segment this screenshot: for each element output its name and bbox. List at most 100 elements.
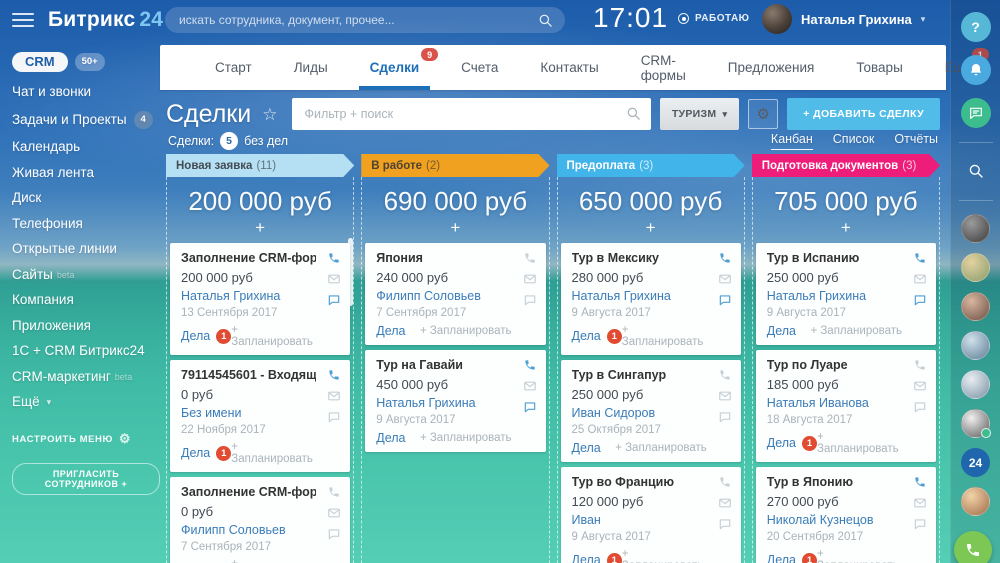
chat-icon[interactable] [913,517,927,531]
phone-icon[interactable] [718,368,732,382]
mail-icon[interactable] [913,272,927,286]
sidebar-item[interactable]: Открытые линии [12,242,160,256]
chat-icon[interactable] [718,517,732,531]
filter-search-input[interactable] [292,98,650,130]
search-icon[interactable] [961,156,991,186]
sidebar-item[interactable]: 1С + CRM Битрикс24 [12,344,160,358]
search-icon[interactable] [626,106,641,121]
mail-icon[interactable] [718,496,732,510]
avatar[interactable] [961,292,990,321]
deal-contact-link[interactable]: Без имени [181,406,316,420]
sidebar-item[interactable]: Задачи и Проекты 4 [12,111,160,129]
deal-card[interactable]: Тур в Испанию 250 000 руб Наталья Грихин… [756,243,936,345]
plan-activity-link[interactable]: + Запланировать [810,325,902,337]
add-card-button[interactable]: + [450,219,460,237]
chat-icon[interactable] [523,293,537,307]
deal-card[interactable]: Тур на Гавайи 450 000 руб Наталья Грихин… [365,350,545,452]
view-link[interactable]: Список [833,132,875,150]
mail-icon[interactable] [327,272,341,286]
view-link[interactable]: Канбан [771,132,813,150]
deal-contact-link[interactable]: Наталья Грихина [572,289,707,303]
plan-activity-link[interactable]: + Запланировать [420,432,512,444]
tab[interactable]: Счета [440,45,519,90]
mail-icon[interactable] [718,389,732,403]
invite-employees-button[interactable]: ПРИГЛАСИТЬ СОТРУДНИКОВ + [12,463,160,495]
chat-icon[interactable] [523,400,537,414]
tab[interactable]: Лиды [273,45,349,90]
sidebar-item[interactable]: Живая лента [12,166,160,180]
deal-contact-link[interactable]: Филипп Соловьев [181,523,316,537]
deals-link[interactable]: Дела [376,431,405,445]
plan-activity-link[interactable]: + Запланировать [420,325,512,337]
phone-icon[interactable] [913,251,927,265]
mail-icon[interactable] [327,506,341,520]
favorite-star-icon[interactable]: ☆ [262,105,277,125]
menu-icon[interactable] [12,13,34,27]
sidebar-item[interactable]: Компания [12,293,160,307]
deal-contact-link[interactable]: Наталья Иванова [767,396,902,410]
tab[interactable]: Контакты [519,45,619,90]
deal-contact-link[interactable]: Иван [572,513,707,527]
work-clock[interactable]: 17:01 [593,2,668,34]
phone-call-button[interactable] [954,531,992,563]
deal-contact-link[interactable]: Наталья Грихина [376,396,511,410]
help-icon[interactable]: ? [961,12,991,42]
chat-icon[interactable] [913,293,927,307]
deals-link[interactable]: Дела [181,446,210,460]
plan-activity-link[interactable]: + Запланировать [231,324,316,348]
tab[interactable]: Товары [835,45,923,90]
phone-icon[interactable] [913,475,927,489]
avatar[interactable] [961,331,990,360]
plan-activity-link[interactable]: + Запланировать [231,441,316,465]
deals-link[interactable]: Дела [376,324,405,338]
sidebar-item[interactable]: Чат и звонки [12,85,160,99]
deals-link[interactable]: Дела [767,324,796,338]
user-menu[interactable]: Наталья Грихина ▾ [762,4,925,34]
deals-link[interactable]: Дела [767,436,796,450]
work-status-toggle[interactable]: РАБОТАЮ [678,13,750,24]
tab[interactable]: CRM-формы [620,45,707,90]
mail-icon[interactable] [913,379,927,393]
kanban-column-header[interactable]: Новая заявка (11) [166,154,354,177]
deals-link[interactable]: Дела [181,329,210,343]
deals-link[interactable]: Дела [572,553,601,563]
phone-icon[interactable] [327,368,341,382]
mail-icon[interactable] [718,272,732,286]
deal-contact-link[interactable]: Наталья Грихина [181,289,316,303]
phone-icon[interactable] [327,485,341,499]
sidebar-item[interactable]: Ещё ▾ [12,395,160,409]
sidebar-item[interactable]: Диск [12,191,160,205]
deals-link[interactable]: Дела [572,329,601,343]
avatar[interactable] [961,253,990,282]
deal-contact-link[interactable]: Николай Кузнецов [767,513,902,527]
sidebar-item[interactable]: Календарь [12,140,160,154]
add-card-button[interactable]: + [646,219,656,237]
avatar[interactable] [961,409,990,438]
search-icon[interactable] [538,13,553,28]
plan-activity-link[interactable]: + Запланировать [622,324,707,348]
chat-icon[interactable] [327,410,341,424]
deals-link[interactable]: Дела [572,441,601,455]
deal-contact-link[interactable]: Филипп Соловьев [376,289,511,303]
avatar[interactable] [961,487,990,516]
deal-card[interactable]: Заполнение CRM-формы #68 0 руб Филипп Со… [170,477,350,563]
chat-icon[interactable] [718,410,732,424]
phone-icon[interactable] [718,475,732,489]
deal-contact-link[interactable]: Иван Сидоров [572,406,707,420]
sidebar-item[interactable]: CRM-маркетинг beta [12,370,160,384]
deal-card[interactable]: Тур в Сингапур 250 000 руб Иван Сидоров … [561,360,741,462]
plan-activity-link[interactable]: + Запланировать [231,558,316,563]
chat-icon[interactable] [327,293,341,307]
global-search-input[interactable] [165,7,565,33]
configure-menu-button[interactable]: НАСТРОИТЬ МЕНЮ ⚙ [12,431,160,447]
counter-badge[interactable]: 24 [961,448,990,477]
view-link[interactable]: Отчёты [894,132,938,150]
kanban-column-header[interactable]: В работе (2) [361,154,549,177]
deal-card[interactable]: Тур в Мексику 280 000 руб Наталья Грихин… [561,243,741,355]
phone-icon[interactable] [523,251,537,265]
plan-activity-link[interactable]: + Запланировать [817,548,902,563]
add-deal-button[interactable]: + ДОБАВИТЬ СДЕЛКУ [787,98,940,130]
chat-icon[interactable] [718,293,732,307]
deal-card[interactable]: Тур в Японию 270 000 руб Николай Кузнецо… [756,467,936,563]
view-settings-button[interactable]: ⚙ [748,99,778,129]
